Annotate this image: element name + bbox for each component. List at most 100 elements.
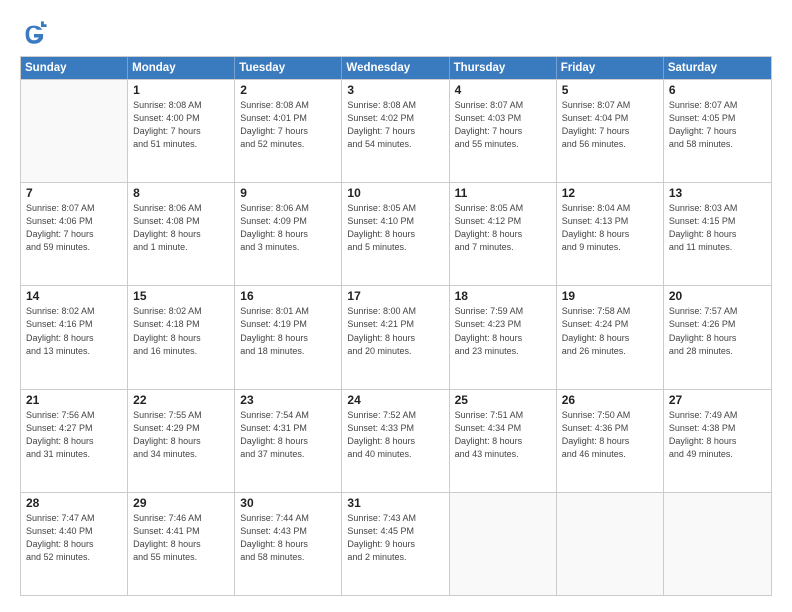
day-number: 23 — [240, 393, 336, 407]
header-day-sunday: Sunday — [21, 57, 128, 79]
header-day-tuesday: Tuesday — [235, 57, 342, 79]
day-info: Sunrise: 8:07 AM Sunset: 4:04 PM Dayligh… — [562, 99, 658, 151]
empty-cell — [557, 493, 664, 595]
day-number: 15 — [133, 289, 229, 303]
day-info: Sunrise: 7:49 AM Sunset: 4:38 PM Dayligh… — [669, 409, 766, 461]
day-cell-21: 21Sunrise: 7:56 AM Sunset: 4:27 PM Dayli… — [21, 390, 128, 492]
day-cell-10: 10 Sunrise: 8:05 AM Sunset: 4:10 PM Dayli… — [342, 183, 449, 285]
day-info: Sunrise: 7:51 AM Sunset: 4:34 PM Dayligh… — [455, 409, 551, 461]
day-number: 2 — [240, 83, 336, 97]
day-cell-25: 25 Sunrise: 7:51 AM Sunset: 4:34 PM Dayli… — [450, 390, 557, 492]
day-info: Sunrise: 7:59 AM Sunset: 4:23 PM Dayligh… — [455, 305, 551, 357]
day-info: Sunrise: 8:07 AM Sunset: 4:06 PM Dayligh… — [26, 202, 122, 254]
day-cell-9: 9 Sunrise: 8:06 AM Sunset: 4:09 PM Daylig… — [235, 183, 342, 285]
day-info: Sunrise: 8:08 AM Sunset: 4:02 PM Dayligh… — [347, 99, 443, 151]
header-day-friday: Friday — [557, 57, 664, 79]
day-number: 5 — [562, 83, 658, 97]
day-info: Sunrise: 7:47 AM Sunset: 4:40 PM Dayligh… — [26, 512, 122, 564]
day-info: Sunrise: 7:58 AM Sunset: 4:24 PM Dayligh… — [562, 305, 658, 357]
logo-icon — [20, 20, 48, 48]
day-number: 17 — [347, 289, 443, 303]
day-number: 13 — [669, 186, 766, 200]
day-cell-4: 4Sunrise: 8:07 AM Sunset: 4:03 PM Daylig… — [450, 80, 557, 182]
day-number: 9 — [240, 186, 336, 200]
day-info: Sunrise: 8:06 AM Sunset: 4:08 PM Dayligh… — [133, 202, 229, 254]
day-number: 28 — [26, 496, 122, 510]
day-info: Sunrise: 8:07 AM Sunset: 4:03 PM Dayligh… — [455, 99, 551, 151]
day-number: 11 — [455, 186, 551, 200]
day-number: 27 — [669, 393, 766, 407]
day-info: Sunrise: 8:05 AM Sunset: 4:12 PM Dayligh… — [455, 202, 551, 254]
header-day-monday: Monday — [128, 57, 235, 79]
day-number: 29 — [133, 496, 229, 510]
day-number: 12 — [562, 186, 658, 200]
week-row-5: 28 Sunrise: 7:47 AM Sunset: 4:40 PM Dayli… — [21, 492, 771, 595]
day-info: Sunrise: 8:02 AM Sunset: 4:18 PM Dayligh… — [133, 305, 229, 357]
day-cell-29: 29 Sunrise: 7:46 AM Sunset: 4:41 PM Dayli… — [128, 493, 235, 595]
day-info: Sunrise: 8:00 AM Sunset: 4:21 PM Dayligh… — [347, 305, 443, 357]
day-info: Sunrise: 7:54 AM Sunset: 4:31 PM Dayligh… — [240, 409, 336, 461]
day-cell-31: 31 Sunrise: 7:43 AM Sunset: 4:45 PM Dayli… — [342, 493, 449, 595]
day-cell-2: 2 Sunrise: 8:08 AM Sunset: 4:01 PM Daylig… — [235, 80, 342, 182]
day-number: 25 — [455, 393, 551, 407]
calendar-body: 1 Sunrise: 8:08 AM Sunset: 4:00 PM Daylig… — [21, 79, 771, 595]
day-number: 7 — [26, 186, 122, 200]
day-cell-30: 30Sunrise: 7:44 AM Sunset: 4:43 PM Dayli… — [235, 493, 342, 595]
day-number: 31 — [347, 496, 443, 510]
logo — [20, 20, 52, 48]
page: SundayMondayTuesdayWednesdayThursdayFrid… — [0, 0, 792, 612]
week-row-2: 7 Sunrise: 8:07 AM Sunset: 4:06 PM Daylig… — [21, 182, 771, 285]
day-cell-19: 19Sunrise: 7:58 AM Sunset: 4:24 PM Dayli… — [557, 286, 664, 388]
header-day-thursday: Thursday — [450, 57, 557, 79]
week-row-3: 14Sunrise: 8:02 AM Sunset: 4:16 PM Dayli… — [21, 285, 771, 388]
day-cell-13: 13Sunrise: 8:03 AM Sunset: 4:15 PM Dayli… — [664, 183, 771, 285]
day-cell-8: 8 Sunrise: 8:06 AM Sunset: 4:08 PM Daylig… — [128, 183, 235, 285]
day-info: Sunrise: 8:07 AM Sunset: 4:05 PM Dayligh… — [669, 99, 766, 151]
day-number: 16 — [240, 289, 336, 303]
day-info: Sunrise: 8:04 AM Sunset: 4:13 PM Dayligh… — [562, 202, 658, 254]
day-number: 6 — [669, 83, 766, 97]
day-cell-20: 20 Sunrise: 7:57 AM Sunset: 4:26 PM Dayli… — [664, 286, 771, 388]
day-cell-1: 1 Sunrise: 8:08 AM Sunset: 4:00 PM Daylig… — [128, 80, 235, 182]
day-info: Sunrise: 7:55 AM Sunset: 4:29 PM Dayligh… — [133, 409, 229, 461]
day-cell-3: 3 Sunrise: 8:08 AM Sunset: 4:02 PM Daylig… — [342, 80, 449, 182]
day-number: 10 — [347, 186, 443, 200]
day-number: 24 — [347, 393, 443, 407]
day-info: Sunrise: 8:08 AM Sunset: 4:01 PM Dayligh… — [240, 99, 336, 151]
header-day-saturday: Saturday — [664, 57, 771, 79]
day-number: 1 — [133, 83, 229, 97]
day-cell-24: 24Sunrise: 7:52 AM Sunset: 4:33 PM Dayli… — [342, 390, 449, 492]
day-cell-17: 17 Sunrise: 8:00 AM Sunset: 4:21 PM Dayli… — [342, 286, 449, 388]
day-info: Sunrise: 7:43 AM Sunset: 4:45 PM Dayligh… — [347, 512, 443, 564]
day-cell-5: 5 Sunrise: 8:07 AM Sunset: 4:04 PM Daylig… — [557, 80, 664, 182]
day-cell-16: 16 Sunrise: 8:01 AM Sunset: 4:19 PM Dayli… — [235, 286, 342, 388]
day-info: Sunrise: 7:50 AM Sunset: 4:36 PM Dayligh… — [562, 409, 658, 461]
day-cell-18: 18Sunrise: 7:59 AM Sunset: 4:23 PM Dayli… — [450, 286, 557, 388]
day-info: Sunrise: 7:46 AM Sunset: 4:41 PM Dayligh… — [133, 512, 229, 564]
empty-cell — [450, 493, 557, 595]
day-info: Sunrise: 8:01 AM Sunset: 4:19 PM Dayligh… — [240, 305, 336, 357]
day-number: 30 — [240, 496, 336, 510]
day-cell-14: 14Sunrise: 8:02 AM Sunset: 4:16 PM Dayli… — [21, 286, 128, 388]
calendar: SundayMondayTuesdayWednesdayThursdayFrid… — [20, 56, 772, 596]
day-info: Sunrise: 7:56 AM Sunset: 4:27 PM Dayligh… — [26, 409, 122, 461]
day-cell-15: 15 Sunrise: 8:02 AM Sunset: 4:18 PM Dayli… — [128, 286, 235, 388]
day-number: 20 — [669, 289, 766, 303]
day-cell-28: 28 Sunrise: 7:47 AM Sunset: 4:40 PM Dayli… — [21, 493, 128, 595]
day-info: Sunrise: 8:05 AM Sunset: 4:10 PM Dayligh… — [347, 202, 443, 254]
day-number: 8 — [133, 186, 229, 200]
day-info: Sunrise: 8:08 AM Sunset: 4:00 PM Dayligh… — [133, 99, 229, 151]
day-number: 3 — [347, 83, 443, 97]
day-number: 22 — [133, 393, 229, 407]
day-cell-26: 26 Sunrise: 7:50 AM Sunset: 4:36 PM Dayli… — [557, 390, 664, 492]
day-cell-23: 23 Sunrise: 7:54 AM Sunset: 4:31 PM Dayli… — [235, 390, 342, 492]
day-number: 26 — [562, 393, 658, 407]
empty-cell — [664, 493, 771, 595]
day-cell-22: 22 Sunrise: 7:55 AM Sunset: 4:29 PM Dayli… — [128, 390, 235, 492]
day-cell-6: 6 Sunrise: 8:07 AM Sunset: 4:05 PM Daylig… — [664, 80, 771, 182]
day-info: Sunrise: 8:06 AM Sunset: 4:09 PM Dayligh… — [240, 202, 336, 254]
day-info: Sunrise: 7:57 AM Sunset: 4:26 PM Dayligh… — [669, 305, 766, 357]
day-number: 14 — [26, 289, 122, 303]
header-day-wednesday: Wednesday — [342, 57, 449, 79]
calendar-header: SundayMondayTuesdayWednesdayThursdayFrid… — [21, 57, 771, 79]
